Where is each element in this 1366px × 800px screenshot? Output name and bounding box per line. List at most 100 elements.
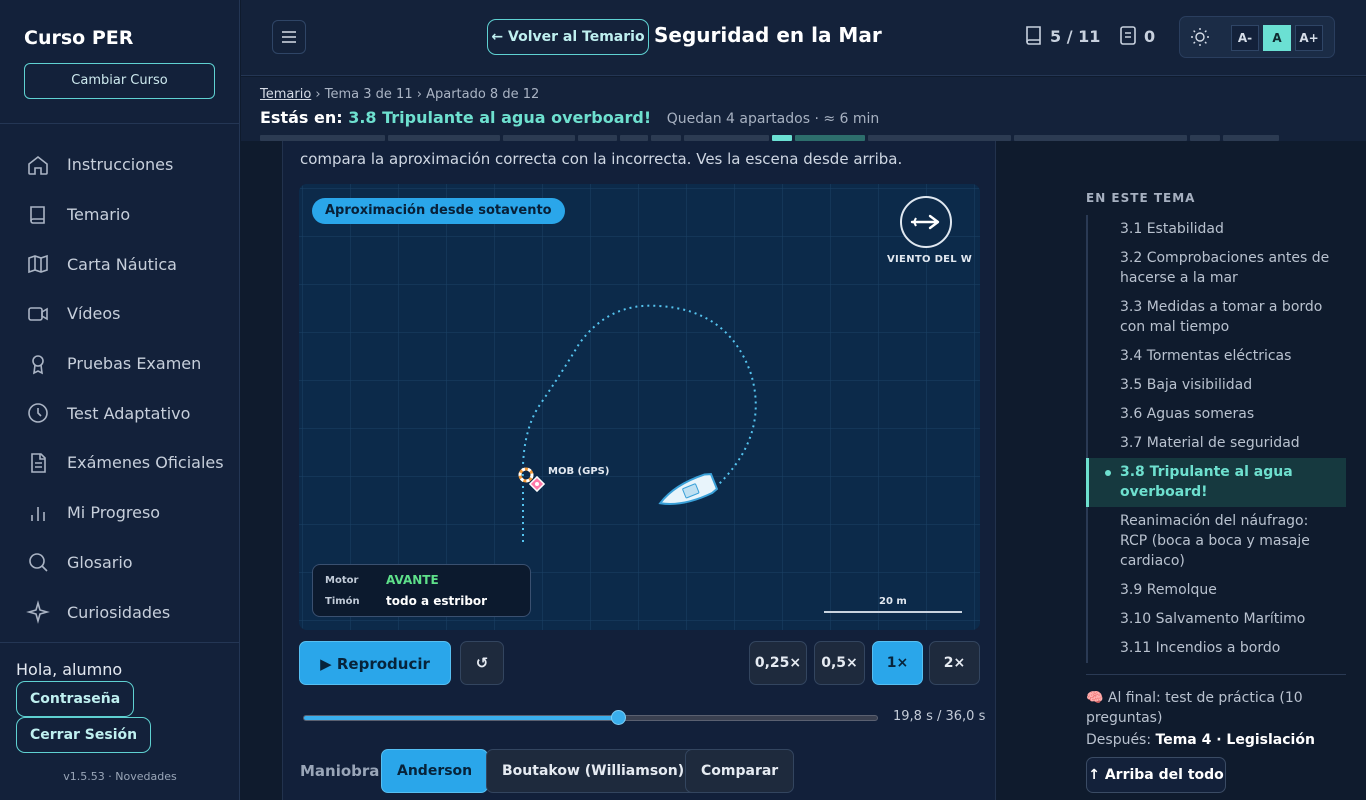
sidebar-item-label: Instrucciones xyxy=(67,155,174,175)
sidebar-item-glosario[interactable]: Glosario xyxy=(0,538,240,588)
current-section-title: 3.8 Tripulante al agua overboard! xyxy=(348,108,652,127)
font-size-small-button[interactable]: A- xyxy=(1231,25,1259,51)
sidebar-item-curiosidades[interactable]: Curiosidades xyxy=(0,587,240,637)
intro-text: compara la aproximación correcta con la … xyxy=(300,150,903,168)
status-hud: Motor AVANTE Timón todo a estribor xyxy=(312,564,531,617)
video-icon xyxy=(28,307,48,321)
sidebar-item-videos[interactable]: Vídeos xyxy=(0,289,240,339)
sidebar-item-label: Test Adaptativo xyxy=(67,403,191,423)
book-icon xyxy=(30,205,45,224)
logout-button[interactable]: Cerrar Sesión xyxy=(16,717,152,753)
back-to-temario-button[interactable]: ← Volver al Temario xyxy=(487,19,649,55)
remaining-info: Quedan 4 apartados · ≈ 6 min xyxy=(666,111,880,127)
helm-value: todo a estribor xyxy=(386,594,488,608)
maneuver-label: Maniobra xyxy=(300,762,380,780)
sidebar-item-label: Curiosidades xyxy=(67,602,171,622)
progress-segment[interactable] xyxy=(1014,135,1187,141)
next-topic: Después: Tema 4 · Legislación xyxy=(1086,732,1315,748)
document-icon xyxy=(31,453,46,473)
sidebar: Curso PER Cambiar Curso Instrucciones Te… xyxy=(0,0,240,800)
sidebar-item-label: Carta Náutica xyxy=(67,254,177,274)
main-content: compara la aproximación correcta con la … xyxy=(282,141,996,800)
toc-item-active[interactable]: 3.8 Tripulante al agua overboard! xyxy=(1086,458,1346,507)
scale-label: 20 m xyxy=(879,596,907,607)
sidebar-item-pruebas-examen[interactable]: Pruebas Examen xyxy=(0,339,240,389)
toc-heading: EN ESTE TEMA xyxy=(1086,191,1196,205)
sidebar-item-label: Pruebas Examen xyxy=(67,354,202,374)
speed-0-25-button[interactable]: 0,25× xyxy=(749,641,807,685)
motor-value: AVANTE xyxy=(386,573,439,587)
maneuver-compare-button[interactable]: Comparar xyxy=(685,749,795,793)
sidebar-item-label: Vídeos xyxy=(67,304,121,324)
accessibility-panel: A- A A+ xyxy=(1179,16,1335,58)
toc-item[interactable]: 3.11 Incendios a bordo xyxy=(1088,634,1346,663)
topic-count-value: 5 / 11 xyxy=(1050,26,1101,46)
toc-item[interactable]: Reanimación del náufrago: RCP (boca a bo… xyxy=(1088,507,1346,576)
simulation-canvas[interactable]: Aproximación desde sotavento VIENTO DEL … xyxy=(299,184,980,630)
toc-item[interactable]: 3.4 Tormentas eléctricas xyxy=(1088,342,1346,371)
next-topic-value[interactable]: Tema 4 · Legislación xyxy=(1156,732,1315,748)
play-button[interactable]: ▶ Reproducir xyxy=(299,641,451,685)
speed-2-button[interactable]: 2× xyxy=(929,641,980,685)
speed-0-5-button[interactable]: 0,5× xyxy=(814,641,865,685)
sidebar-item-temario[interactable]: Temario xyxy=(0,190,240,240)
breadcrumb-tema: Tema 3 de 11 xyxy=(324,87,413,102)
sidebar-item-carta-nautica[interactable]: Carta Náutica xyxy=(0,239,240,289)
change-course-button[interactable]: Cambiar Curso xyxy=(24,63,215,99)
speed-1-button[interactable]: 1× xyxy=(872,641,923,685)
page-title: Seguridad en la Mar xyxy=(654,23,882,47)
menu-button[interactable] xyxy=(272,20,306,54)
map-icon xyxy=(28,255,48,274)
toc-item[interactable]: 3.7 Material de seguridad xyxy=(1088,429,1346,458)
greeting: Hola, alumno xyxy=(16,660,123,679)
timeline-thumb[interactable] xyxy=(611,710,627,725)
final-test-note: 🧠 Al final: test de práctica (10 pregunt… xyxy=(1086,690,1303,726)
topic-counter: 5 / 11 xyxy=(1024,24,1100,48)
sidebar-item-test-adaptativo[interactable]: Test Adaptativo xyxy=(0,388,240,438)
notes-counter[interactable]: 0 xyxy=(1118,24,1155,48)
search-icon xyxy=(29,553,48,572)
back-to-top-button[interactable]: ↑ Arriba del todo xyxy=(1086,757,1226,793)
current-location-prefix: Estás en: xyxy=(260,108,343,127)
timeline-fill xyxy=(304,716,620,720)
breadcrumb-temario-link[interactable]: Temario xyxy=(260,87,311,102)
maneuver-boutakow-button[interactable]: Boutakow (Williamson) xyxy=(486,749,701,793)
time-readout: 19,8 s / 36,0 s xyxy=(893,709,986,724)
sun-icon[interactable] xyxy=(1190,27,1210,47)
breadcrumb-separator: › xyxy=(315,87,325,102)
sidebar-item-mi-progreso[interactable]: Mi Progreso xyxy=(0,488,240,538)
sidebar-item-instrucciones[interactable]: Instrucciones xyxy=(0,140,240,190)
sidebar-nav: Instrucciones Temario Carta Náutica Víde… xyxy=(0,140,240,637)
mob-label: MOB (GPS) xyxy=(548,466,610,477)
sidebar-divider xyxy=(0,123,240,124)
breadcrumb-separator: › xyxy=(416,87,427,102)
award-icon xyxy=(32,354,44,374)
notes-icon xyxy=(1120,26,1136,45)
maneuver-anderson-button[interactable]: Anderson xyxy=(381,749,489,793)
toc-item[interactable]: 3.3 Medidas a tomar a bordo con mal tiem… xyxy=(1088,293,1346,342)
wind-label: VIENTO DEL W xyxy=(887,254,973,265)
toc-item[interactable]: 3.2 Comprobaciones antes de hacerse a la… xyxy=(1088,244,1346,293)
toc-item[interactable]: 3.9 Remolque xyxy=(1088,576,1346,605)
motor-key: Motor xyxy=(325,575,359,586)
sparkle-icon xyxy=(26,600,50,624)
password-button[interactable]: Contraseña xyxy=(16,681,135,717)
progress-segment[interactable] xyxy=(1223,135,1279,141)
toc-item[interactable]: 3.6 Aguas someras xyxy=(1088,400,1346,429)
font-size-large-button[interactable]: A+ xyxy=(1295,25,1323,51)
toc-item[interactable]: 3.5 Baja visibilidad xyxy=(1088,371,1346,400)
timeline-slider[interactable] xyxy=(303,710,878,725)
sidebar-item-label: Exámenes Oficiales xyxy=(67,453,224,473)
next-topic-prefix: Después: xyxy=(1086,732,1152,748)
font-size-normal-button[interactable]: A xyxy=(1263,25,1291,51)
toc-item[interactable]: 3.10 Salvamento Marítimo xyxy=(1088,605,1346,634)
hamburger-icon xyxy=(282,31,296,43)
clock-icon xyxy=(28,403,48,424)
progress-segment[interactable] xyxy=(1190,135,1220,141)
version-link[interactable]: v1.5.53 · Novedades xyxy=(0,770,240,783)
sidebar-item-examenes-oficiales[interactable]: Exámenes Oficiales xyxy=(0,438,240,488)
helm-key: Timón xyxy=(325,596,360,607)
breadcrumb: Temario › Tema 3 de 11 › Apartado 8 de 1… xyxy=(260,87,539,102)
reset-button[interactable]: ↺ xyxy=(460,641,504,685)
toc-item[interactable]: 3.1 Estabilidad xyxy=(1088,215,1346,244)
